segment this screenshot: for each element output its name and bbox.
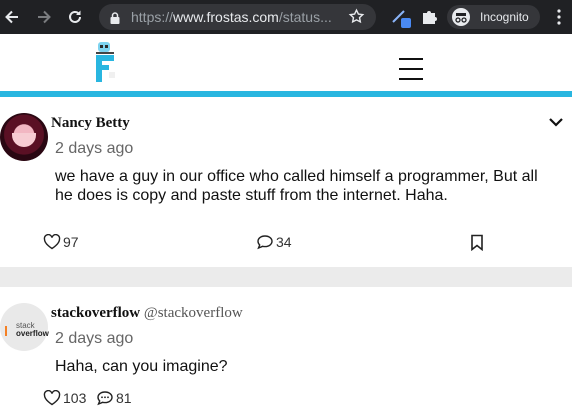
kebab-menu-icon[interactable] bbox=[556, 9, 562, 30]
comment-count: 81 bbox=[116, 390, 132, 406]
avatar[interactable]: stack overflow bbox=[0, 303, 49, 351]
puzzle-icon[interactable] bbox=[421, 8, 438, 30]
stackoverflow-logo-icon bbox=[5, 326, 13, 336]
avatar-text-bottom: overflow bbox=[16, 329, 49, 338]
incognito-label: Incognito bbox=[480, 10, 529, 24]
author-name: stackoverflow bbox=[51, 305, 141, 321]
post-divider bbox=[0, 267, 572, 287]
author-handle: @stackoverflow bbox=[143, 305, 243, 321]
chevron-down-icon[interactable] bbox=[548, 115, 564, 133]
post-timestamp: 2 days ago bbox=[55, 330, 134, 347]
comment-button[interactable]: 34 bbox=[256, 234, 292, 250]
like-button[interactable]: 97 bbox=[43, 234, 79, 250]
comment-count: 34 bbox=[276, 234, 292, 250]
comment-button[interactable]: 81 bbox=[96, 390, 132, 406]
url-host: www.frostas.com bbox=[173, 9, 279, 25]
like-count: 103 bbox=[63, 390, 87, 406]
like-count: 97 bbox=[63, 234, 79, 250]
post-author[interactable]: Nancy Betty bbox=[51, 115, 130, 132]
lock-icon[interactable] bbox=[110, 11, 120, 29]
pen-extension-icon[interactable] bbox=[390, 7, 412, 34]
url-text[interactable]: https://www.frostas.com/status... bbox=[131, 9, 332, 25]
post-actions: 97 34 bbox=[0, 234, 572, 254]
post-actions: 103 81 bbox=[0, 390, 572, 410]
bookmark-button[interactable] bbox=[470, 234, 486, 251]
star-icon[interactable] bbox=[348, 8, 365, 30]
avatar-logo-text: stack overflow bbox=[16, 322, 49, 338]
author-name: Nancy Betty bbox=[51, 115, 130, 131]
heart-icon bbox=[43, 390, 61, 406]
comment-icon bbox=[257, 235, 273, 250]
url-path: /status... bbox=[278, 9, 332, 25]
back-arrow-icon[interactable] bbox=[1, 6, 23, 28]
url-scheme: https:// bbox=[131, 9, 174, 25]
post-text: Haha, can you imagine? bbox=[55, 358, 228, 375]
like-button[interactable]: 103 bbox=[43, 390, 86, 406]
address-bar[interactable]: https://www.frostas.com/status... bbox=[99, 4, 376, 30]
site-header bbox=[0, 34, 572, 91]
incognito-icon bbox=[452, 8, 470, 26]
forward-arrow-icon[interactable] bbox=[33, 6, 55, 28]
post-card: Nancy Betty 2 days ago we have a guy in … bbox=[0, 97, 572, 267]
incognito-indicator[interactable]: Incognito bbox=[447, 5, 540, 29]
post-author[interactable]: stackoverflow @stackoverflow bbox=[51, 305, 243, 322]
post-timestamp: 2 days ago bbox=[55, 140, 134, 157]
heart-icon bbox=[43, 234, 61, 250]
avatar[interactable] bbox=[0, 113, 48, 161]
hamburger-menu-icon[interactable] bbox=[399, 58, 423, 80]
browser-toolbar: https://www.frostas.com/status... Incogn… bbox=[0, 0, 572, 34]
post-text: we have a guy in our office who called h… bbox=[55, 168, 538, 204]
post-card: stack overflow stackoverflow @stackoverfl… bbox=[0, 287, 572, 415]
reload-icon[interactable] bbox=[64, 6, 86, 28]
bookmark-icon bbox=[471, 234, 483, 251]
frostas-logo-icon[interactable] bbox=[92, 40, 120, 84]
comment-icon bbox=[97, 391, 113, 406]
